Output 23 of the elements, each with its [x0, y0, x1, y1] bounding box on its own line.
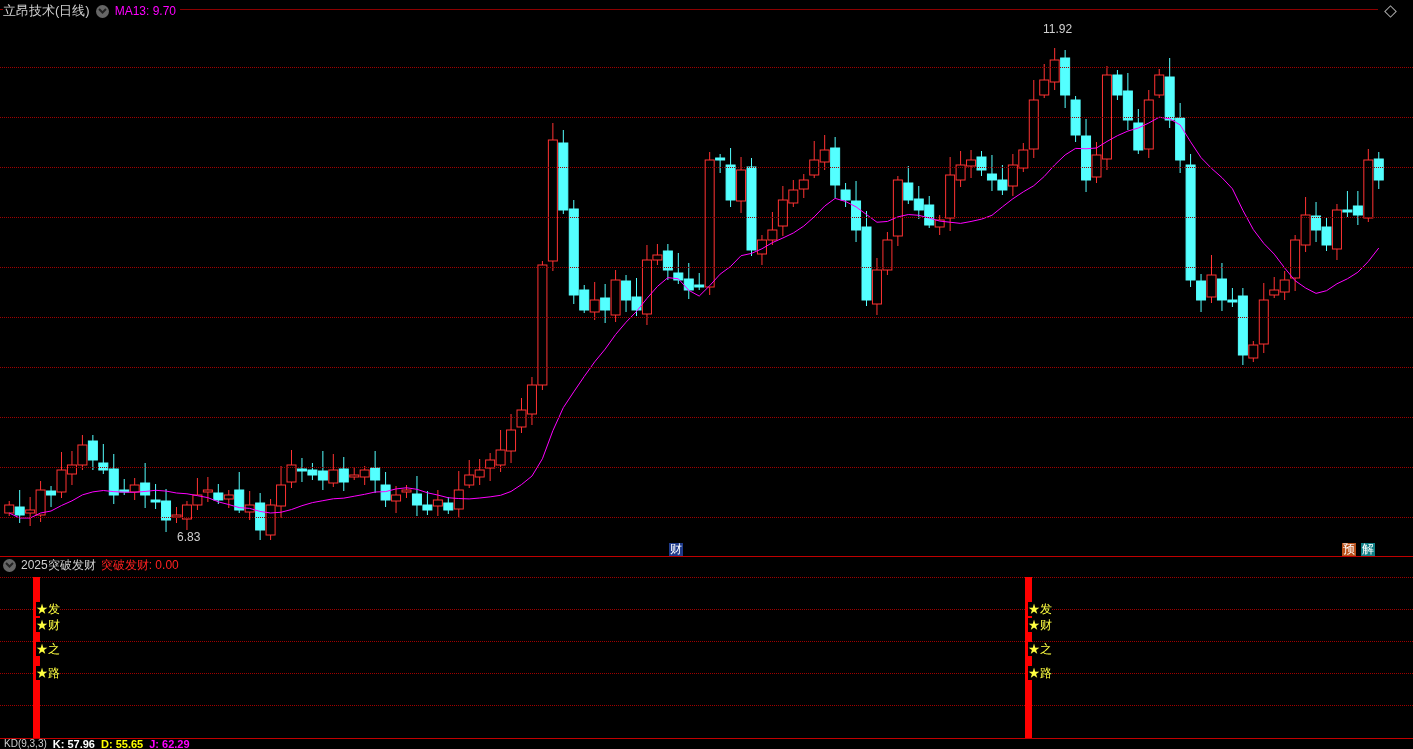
indicator-value: D: 55.65 [101, 739, 144, 749]
signal-label: ★路 [1028, 666, 1052, 680]
indicator-title: KD(9,3,3) [4, 739, 47, 749]
event-marker[interactable]: 解 [1361, 543, 1375, 556]
indicator-value: 突破发财: 0.00 [100, 558, 179, 572]
indicator-value: MA13: 9.70 [114, 4, 177, 18]
signal-label: ★之 [36, 642, 60, 656]
dropdown-icon[interactable] [95, 4, 109, 18]
indicator-title: 2025突破发财 [21, 558, 96, 572]
signal-label: ★发 [36, 602, 60, 616]
signal-label: ★发 [1028, 602, 1052, 616]
signal-label: ★路 [36, 666, 60, 680]
event-marker[interactable]: 财 [669, 543, 683, 556]
signal-label: ★之 [1028, 642, 1052, 656]
dropdown-icon[interactable] [3, 558, 16, 572]
low-price-label: 6.83 [177, 530, 201, 544]
chart-title: 立昂技术(日线) [3, 4, 90, 18]
event-marker[interactable]: 预 [1342, 543, 1356, 556]
indicator-value: J: 62.29 [149, 739, 190, 749]
signal-label: ★财 [36, 618, 60, 632]
high-price-label: 11.92 [1043, 22, 1073, 36]
signal-label: ★财 [1028, 618, 1052, 632]
indicator-value: K: 57.96 [52, 739, 95, 749]
